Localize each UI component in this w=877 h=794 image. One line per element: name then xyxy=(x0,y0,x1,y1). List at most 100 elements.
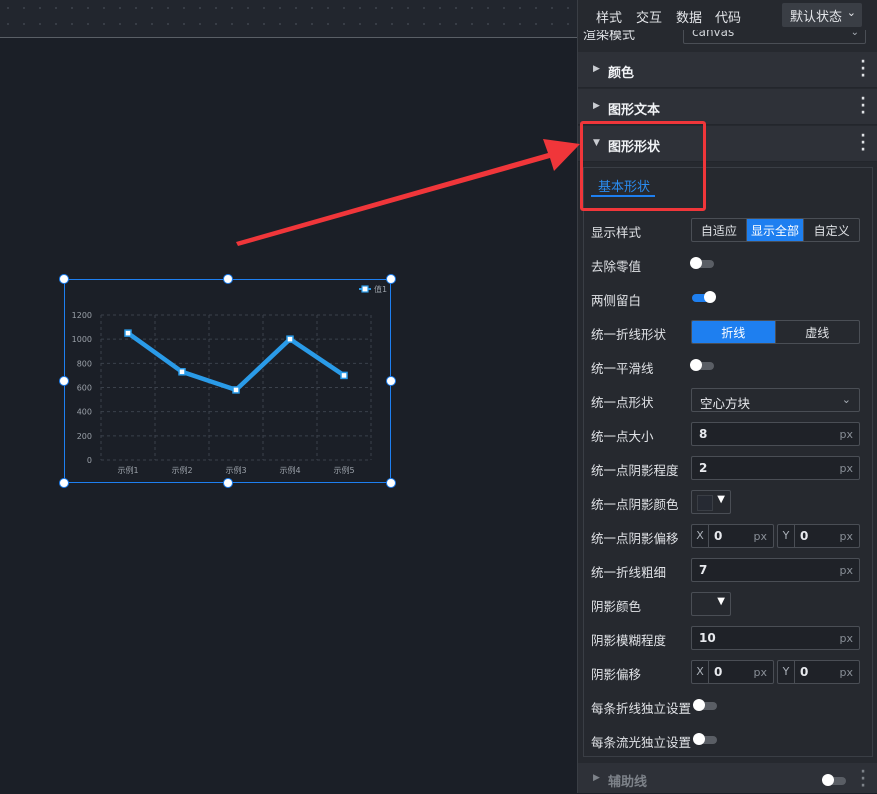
line-shape-option-solid[interactable]: 折线 xyxy=(692,321,776,343)
line-width-label: 统一折线粗细 xyxy=(591,565,667,580)
display-style-label: 显示样式 xyxy=(591,225,642,240)
point-size-unit: px xyxy=(839,428,854,441)
more-vertical-icon[interactable]: · · · xyxy=(858,129,868,157)
resize-handle-sw[interactable] xyxy=(59,478,69,488)
display-style-segmented: 自适应 显示全部 自定义 xyxy=(691,218,860,242)
shadow-offset-x-value: 0 xyxy=(714,665,723,679)
point-shape-value: 空心方块 xyxy=(700,396,751,411)
section-aux-line[interactable]: ▶ 辅助线 · · · xyxy=(578,763,877,793)
y-tick-label: 800 xyxy=(77,359,92,368)
data-point xyxy=(178,368,186,376)
point-shadow-offset-y-value: 0 xyxy=(800,529,809,543)
section-shape-text[interactable]: ▶ 图形文本 · · · xyxy=(578,89,877,125)
line-shape-option-dashed[interactable]: 虚线 xyxy=(776,321,859,343)
shadow-blur-label: 阴影模糊程度 xyxy=(591,633,667,648)
resize-handle-nw[interactable] xyxy=(59,274,69,284)
point-shadow-blur-input[interactable]: 2 px xyxy=(691,456,860,480)
highlight-box xyxy=(580,121,706,211)
point-shadow-blur-value: 2 xyxy=(699,461,708,475)
chevron-down-icon: ⌄ xyxy=(850,30,859,38)
y-prefix: Y xyxy=(778,661,795,683)
shadow-color-picker[interactable]: ▼ xyxy=(691,592,731,616)
resize-handle-se[interactable] xyxy=(386,478,396,488)
y-tick-label: 0 xyxy=(87,456,92,465)
more-vertical-icon[interactable]: · · · xyxy=(858,765,868,793)
point-shape-select[interactable]: 空心方块 ⌄ xyxy=(691,388,860,412)
per-flow-label: 每条流光独立设置 xyxy=(591,735,692,750)
shadow-color-label: 阴影颜色 xyxy=(591,599,642,614)
line-width-value: 7 xyxy=(699,563,708,577)
more-vertical-icon[interactable]: · · · xyxy=(858,55,868,83)
line-shape-segmented: 折线 虚线 xyxy=(691,320,860,344)
display-style-option-show-all[interactable]: 显示全部 xyxy=(746,219,805,241)
x-tick-label: 示例2 xyxy=(171,465,192,475)
render-mode-select[interactable]: canvas ⌄ xyxy=(683,30,866,44)
resize-handle-n[interactable] xyxy=(223,274,233,284)
resize-handle-w[interactable] xyxy=(59,376,69,386)
section-color[interactable]: ▶ 颜色 · · · xyxy=(578,52,877,88)
caret-down-icon: ▼ xyxy=(717,494,725,505)
point-shape-label: 统一点形状 xyxy=(591,395,654,410)
shadow-offset-y-value: 0 xyxy=(800,665,809,679)
y-prefix: Y xyxy=(778,525,795,547)
point-shadow-color-picker[interactable]: ▼ xyxy=(691,490,731,514)
point-shadow-color-label: 统一点阴影颜色 xyxy=(591,497,679,512)
remove-zero-label: 去除零值 xyxy=(591,259,642,274)
display-style-option-adaptive[interactable]: 自适应 xyxy=(692,219,747,241)
remove-zero-toggle[interactable] xyxy=(690,257,714,269)
per-flow-toggle[interactable] xyxy=(693,733,717,745)
point-shadow-blur-label: 统一点阴影程度 xyxy=(591,463,679,478)
render-mode-label: 渲染模式 xyxy=(583,30,636,43)
smooth-label: 统一平滑线 xyxy=(591,361,654,376)
caret-right-icon: ▶ xyxy=(593,773,600,783)
unit-px: px xyxy=(753,530,768,543)
point-shadow-offset-label: 统一点阴影偏移 xyxy=(591,531,679,546)
render-mode-row: 渲染模式 canvas ⌄ xyxy=(578,30,877,50)
display-style-option-custom[interactable]: 自定义 xyxy=(804,219,859,241)
panel-tabbar: 样式 交互 数据 代码 默认状态 ⌄ xyxy=(578,0,877,30)
legend-label: 值1 xyxy=(374,284,387,294)
series-line xyxy=(125,330,347,393)
tab-interaction[interactable]: 交互 xyxy=(636,7,662,26)
y-tick-label: 400 xyxy=(77,408,92,417)
chevron-down-icon: ⌄ xyxy=(846,6,856,19)
tab-code[interactable]: 代码 xyxy=(715,7,741,26)
data-point xyxy=(340,371,348,380)
chevron-down-icon: ⌄ xyxy=(841,393,851,406)
point-size-value: 8 xyxy=(699,427,708,441)
tab-data[interactable]: 数据 xyxy=(676,7,702,26)
shadow-offset-x-input[interactable]: X 0 px xyxy=(691,660,774,684)
caret-right-icon: ▶ xyxy=(593,101,600,111)
unit-px: px xyxy=(753,666,768,679)
resize-handle-ne[interactable] xyxy=(386,274,396,284)
shadow-offset-y-input[interactable]: Y 0 px xyxy=(777,660,860,684)
x-prefix: X xyxy=(692,525,709,547)
state-select[interactable]: 默认状态 ⌄ xyxy=(782,3,862,27)
section-aux-line-title: 辅助线 xyxy=(608,775,648,790)
x-tick-label: 示例3 xyxy=(225,465,246,475)
smooth-toggle[interactable] xyxy=(690,359,714,371)
data-point xyxy=(124,329,132,337)
point-shadow-offset-x-input[interactable]: X 0 px xyxy=(691,524,774,548)
point-shadow-offset-y-input[interactable]: Y 0 px xyxy=(777,524,860,548)
chart-widget[interactable]: 0 200 400 600 800 1000 1200 示例1 示例2 示例3 示例4 示例5 值1 xyxy=(64,279,391,483)
per-line-toggle[interactable] xyxy=(693,699,717,711)
aux-line-toggle[interactable] xyxy=(822,774,846,786)
point-size-label: 统一点大小 xyxy=(591,429,654,444)
both-margin-toggle[interactable] xyxy=(692,291,716,303)
render-mode-value: canvas xyxy=(692,30,735,39)
section-color-title: 颜色 xyxy=(608,66,635,81)
tab-style[interactable]: 样式 xyxy=(596,7,622,26)
point-size-input[interactable]: 8 px xyxy=(691,422,860,446)
resize-handle-s[interactable] xyxy=(223,478,233,488)
per-line-label: 每条折线独立设置 xyxy=(591,701,692,716)
both-margin-label: 两侧留白 xyxy=(591,293,642,308)
resize-handle-e[interactable] xyxy=(386,376,396,386)
y-tick-label: 1200 xyxy=(72,311,92,320)
shadow-blur-input[interactable]: 10 px xyxy=(691,626,860,650)
more-vertical-icon[interactable]: · · · xyxy=(858,92,868,120)
line-chart: 0 200 400 600 800 1000 1200 示例1 示例2 示例3 示例4 示例5 值1 xyxy=(72,284,387,475)
property-panel: 样式 交互 数据 代码 默认状态 ⌄ 渲染模式 canvas ⌄ ▶ 颜色 · ·… xyxy=(577,0,877,793)
line-width-input[interactable]: 7 px xyxy=(691,558,860,582)
x-tick-label: 示例4 xyxy=(279,465,300,475)
